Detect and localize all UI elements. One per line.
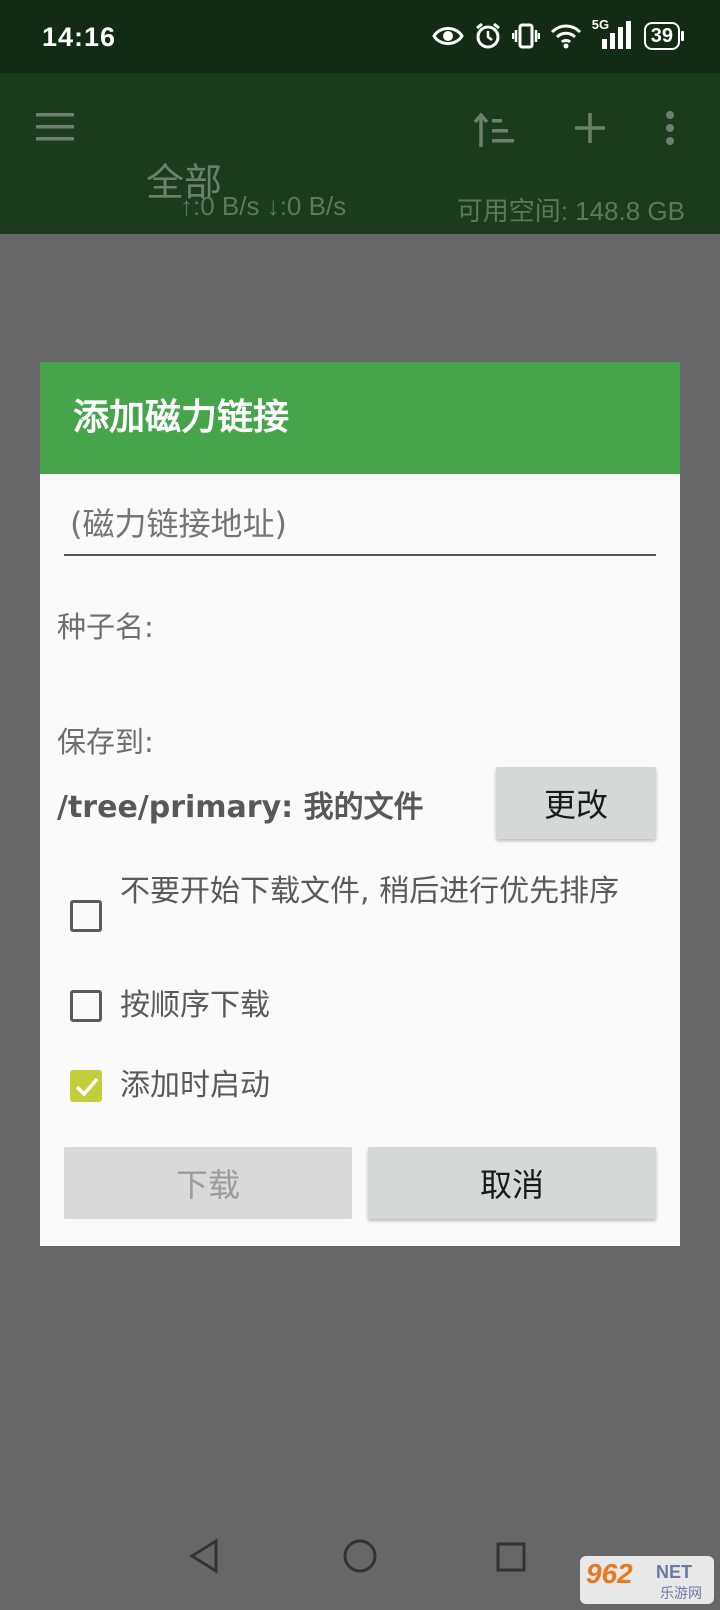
sort-icon[interactable] xyxy=(474,113,516,147)
download-button[interactable]: 下载 xyxy=(64,1147,352,1219)
option-label: 添加时启动 xyxy=(120,1068,270,1103)
free-space: 可用空间: 148.8 GB xyxy=(456,196,685,226)
watermark-net: NET xyxy=(656,1562,692,1582)
add-magnet-dialog: 添加磁力链接 种子名: 保存到: /tree/primary: 我的文件 更改 … xyxy=(40,362,680,1246)
dialog-title: 添加磁力链接 xyxy=(40,362,680,474)
signal-icon xyxy=(601,21,631,49)
wifi-icon xyxy=(550,24,581,49)
magnet-link-input[interactable] xyxy=(64,494,656,556)
option-dont-start[interactable]: 不要开始下载文件, 稍后进行优先排序 xyxy=(70,870,640,932)
recents-icon[interactable] xyxy=(496,1542,526,1572)
option-sequential[interactable]: 按顺序下载 xyxy=(70,984,640,1028)
cancel-button[interactable]: 取消 xyxy=(368,1147,656,1219)
battery-icon: 39 xyxy=(643,22,685,50)
app-bar: 全部 ↑:0 B/s ↓:0 B/s 可用空间: 148.8 GB xyxy=(0,73,720,234)
transfer-speed: ↑:0 B/s ↓:0 B/s xyxy=(180,191,347,221)
menu-icon[interactable] xyxy=(36,113,74,141)
watermark-logo: 962 NET 乐游网 xyxy=(580,1556,714,1604)
status-icons: 5G 39 xyxy=(431,17,685,52)
torrent-name-label: 种子名: xyxy=(57,610,154,644)
checkbox[interactable] xyxy=(70,990,102,1022)
status-time: 14:16 xyxy=(42,22,117,52)
option-start-on-add[interactable]: 添加时启动 xyxy=(70,1064,640,1108)
status-bar: 14:16 5G 39 xyxy=(0,0,720,73)
more-icon[interactable] xyxy=(665,111,675,145)
watermark-sub: 乐游网 xyxy=(660,1586,702,1602)
change-path-button[interactable]: 更改 xyxy=(496,767,656,839)
network-type: 5G xyxy=(592,17,634,51)
option-label: 按顺序下载 xyxy=(120,988,270,1023)
checkbox[interactable] xyxy=(70,900,102,932)
check-icon xyxy=(75,1077,99,1097)
alarm-icon xyxy=(475,22,500,49)
home-icon[interactable] xyxy=(342,1538,378,1574)
save-to-label: 保存到: xyxy=(57,725,154,759)
option-label: 不要开始下载文件, 稍后进行优先排序 xyxy=(120,874,620,909)
add-icon[interactable] xyxy=(575,113,605,143)
watermark-main: 962 xyxy=(586,1558,633,1589)
eye-icon xyxy=(431,27,464,45)
back-icon[interactable] xyxy=(188,1538,220,1574)
save-path: /tree/primary: 我的文件 xyxy=(57,790,424,825)
vibrate-icon xyxy=(511,23,540,49)
checkbox-checked[interactable] xyxy=(70,1070,102,1102)
